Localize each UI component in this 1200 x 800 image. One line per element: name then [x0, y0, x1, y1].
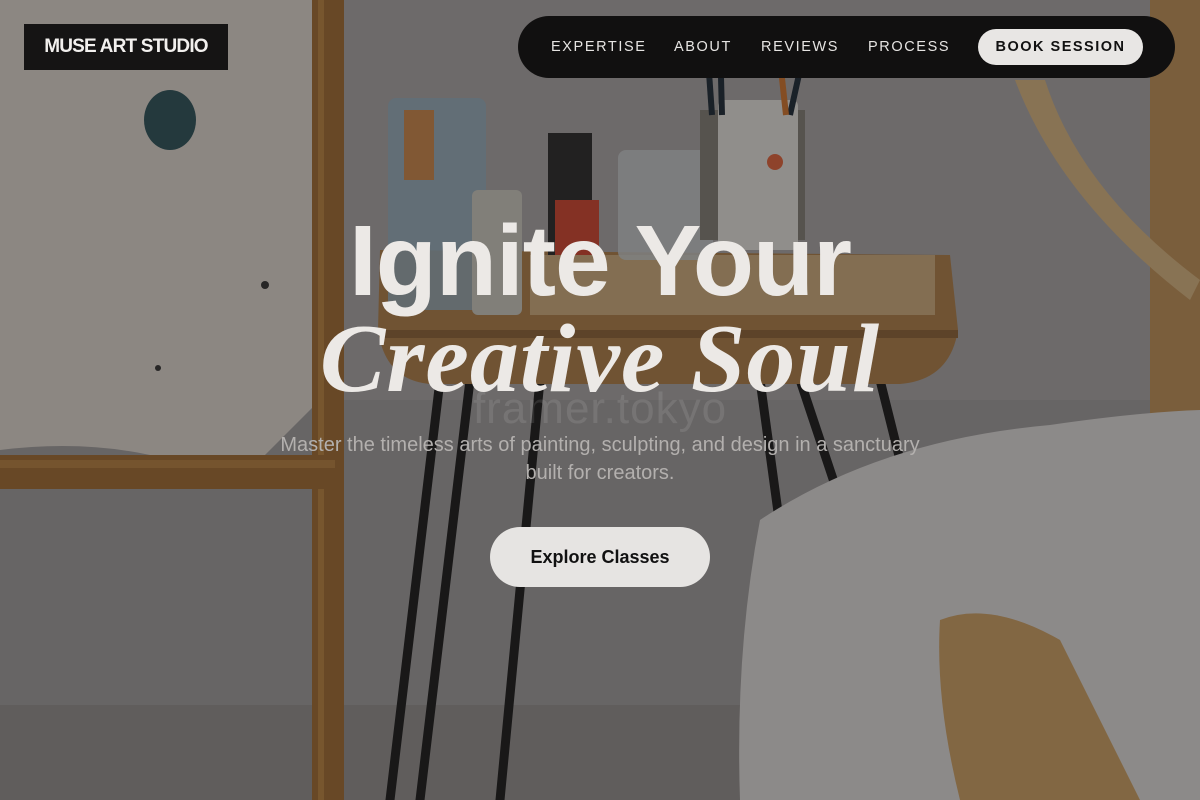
explore-classes-button[interactable]: Explore Classes — [490, 527, 710, 587]
book-session-button[interactable]: BOOK SESSION — [978, 29, 1143, 65]
hero-title-line2: Creative Soul — [319, 305, 881, 413]
brand-logo[interactable]: MUSE ART STUDIO — [24, 24, 228, 70]
nav-link-reviews[interactable]: REVIEWS — [761, 16, 839, 78]
hero-subtitle: Master the timeless arts of painting, sc… — [280, 434, 920, 484]
nav-link-process[interactable]: PROCESS — [868, 16, 950, 78]
main-navigation: EXPERTISE ABOUT REVIEWS PROCESS BOOK SES… — [518, 16, 1175, 78]
nav-link-about[interactable]: ABOUT — [674, 16, 732, 78]
nav-link-expertise[interactable]: EXPERTISE — [551, 16, 647, 78]
hero-title-line1: Ignite Your — [349, 205, 852, 317]
